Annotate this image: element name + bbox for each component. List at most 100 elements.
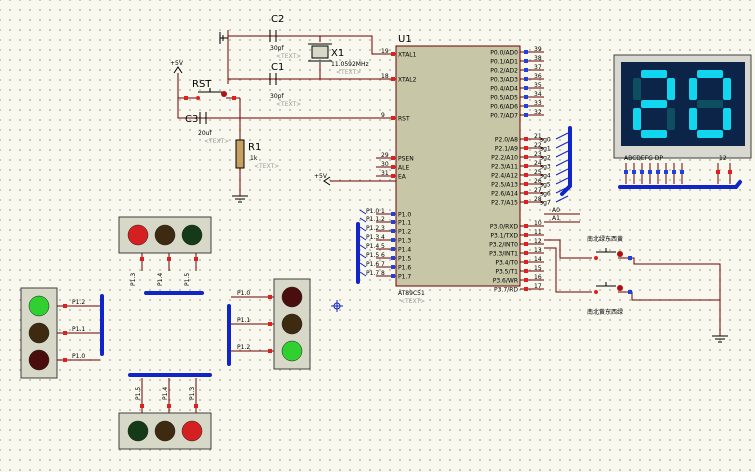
- mcu-tag: <TEXT>: [400, 298, 425, 305]
- pin-state-marker: [194, 257, 198, 261]
- lamp-net-label: P1.3: [130, 273, 137, 286]
- c2-ref: C2: [271, 14, 284, 25]
- mcu-pin-name: PSEN: [398, 156, 414, 163]
- r1-value: 1k: [250, 155, 258, 162]
- r1-ref: R1: [248, 142, 261, 153]
- mcu-pin-number: 6: [381, 252, 385, 259]
- pin-state-marker: [391, 256, 395, 260]
- pin-state-marker: [524, 260, 528, 264]
- bus-entry: [555, 141, 569, 149]
- display-segment: [633, 108, 641, 130]
- pin-state-marker: [524, 182, 528, 186]
- traffic-light-top[interactable]: P1.3 P1.4 P1.5: [118, 216, 212, 286]
- traffic-light-top-lamps: P1.3 P1.4 P1.5: [127, 224, 203, 286]
- mcu-pin-number: 11: [534, 229, 542, 236]
- seven-segment-display[interactable]: ABCDEFG DP 12: [613, 54, 752, 184]
- pin-state-marker: [524, 233, 528, 237]
- pin-state-marker: [524, 269, 528, 273]
- mcu-pin-name: RST: [398, 116, 410, 123]
- lamp-net-label: P1.1: [72, 326, 85, 333]
- net-label-p1: P1.7: [366, 270, 379, 277]
- mcu-pin-name: XTAL1: [398, 52, 417, 59]
- mcu-pin-name: P2.5/A13: [491, 182, 518, 189]
- pin-state-marker: [391, 52, 395, 56]
- traffic-lamp: [127, 420, 149, 442]
- c1-tag: <TEXT>: [276, 101, 301, 108]
- pin-state-marker: [391, 220, 395, 224]
- lamp-net-label: P1.4: [162, 387, 169, 400]
- mcu-pin-number: 14: [534, 256, 542, 263]
- display-digit-label: 12: [719, 155, 727, 162]
- resistor-r1[interactable]: R1 1k <TEXT>: [235, 139, 279, 170]
- x1-value: 11.0592MHz: [331, 61, 369, 68]
- capacitor-c2[interactable]: C2 30pf <TEXT>: [269, 14, 301, 60]
- pin-state-marker: [194, 404, 198, 408]
- capacitor-c1[interactable]: C1 30pf <TEXT>: [269, 62, 301, 108]
- power-vcc-top: +5V: [170, 60, 184, 74]
- display-segment: [697, 130, 723, 138]
- traffic-light-bottom[interactable]: P1.5 P1.4 P1.3: [118, 378, 212, 450]
- lamp-net-label: P1.0: [237, 290, 250, 297]
- display-segment: [697, 70, 723, 78]
- traffic-light-left-lamps: P1.2 P1.1 P1.0: [28, 295, 100, 371]
- pin-state-marker: [63, 304, 67, 308]
- net-label-p2: sg3: [540, 164, 551, 171]
- mcu-pin-number: 38: [534, 55, 542, 62]
- mcu-pin-name: P0.2/AD2: [490, 68, 518, 75]
- traffic-light-center[interactable]: P1.0 P1.1 P1.2: [231, 278, 311, 370]
- display-segment: [723, 78, 731, 100]
- traffic-lamp: [127, 224, 149, 246]
- switch-ns-yellow-label: 南北黄东西绿: [587, 308, 623, 316]
- mcu-pin-number: 39: [534, 46, 542, 53]
- display-segment: [689, 108, 697, 130]
- pin-state-marker: [524, 251, 528, 255]
- traffic-lamp: [281, 286, 303, 308]
- pin-state-marker: [524, 146, 528, 150]
- mcu-pin-name: P3.0/RXD: [490, 224, 518, 231]
- mcu-at89c51[interactable]: U1 AT89C51 <TEXT> XTAL119XTAL218RST9PSEN…: [376, 34, 544, 305]
- mcu-pin-name: P2.1/A9: [495, 146, 518, 153]
- lamp-net-label: P1.2: [237, 344, 250, 351]
- mcu-pin-name: P2.2/A10: [491, 155, 518, 162]
- mcu-pin-name: P2.3/A11: [491, 164, 518, 171]
- mcu-pin-name: P0.3/AD3: [490, 77, 518, 84]
- crystal-x1[interactable]: X1 11.0592MHz <TEXT>: [308, 43, 369, 76]
- mcu-pin-number: 10: [534, 220, 542, 227]
- mcu-pin-name: P0.1/AD1: [490, 59, 518, 66]
- mcu-pin-number: 9: [381, 112, 385, 119]
- reset-button-knob: [221, 91, 227, 97]
- bus-entry: [555, 168, 569, 176]
- traffic-lamp: [154, 420, 176, 442]
- traffic-light-left[interactable]: P1.2 P1.1 P1.0: [20, 287, 100, 379]
- mcu-pin-name: P3.7/RD: [494, 287, 518, 294]
- switch-ns-green[interactable]: 南北绿东西黄: [587, 235, 632, 260]
- mcu-pin-number: 13: [534, 247, 542, 254]
- mcu-pin-number: 4: [381, 234, 385, 241]
- mcu-pin-name: ALE: [398, 165, 409, 172]
- pin-state-marker: [524, 191, 528, 195]
- switch-ns-yellow[interactable]: 南北黄东西绿: [587, 282, 632, 316]
- net-label-p2: sg0: [540, 137, 551, 144]
- mcu-pin-number: 19: [381, 48, 389, 55]
- mcu-pin-name: P2.0/A8: [495, 137, 518, 144]
- vcc-top-label: +5V: [170, 60, 184, 67]
- pin-state-marker: [728, 170, 732, 174]
- net-label-p1: P1.2: [366, 225, 379, 232]
- mcu-pin-name: P2.4/A12: [491, 173, 518, 180]
- mcu-pin-number: 35: [534, 82, 542, 89]
- traffic-lamp: [28, 349, 50, 371]
- display-segment: [641, 70, 667, 78]
- ground-icon: [232, 195, 248, 203]
- mcu-pin-number: 12: [534, 238, 542, 245]
- schematic-sheet: C2 30pf <TEXT> C1 30pf <TEXT> X1 11.0592…: [20, 14, 752, 450]
- pin-state-marker: [63, 331, 67, 335]
- pin-state-marker: [391, 265, 395, 269]
- mcu-pin-name: P3.2/INT0: [489, 242, 518, 249]
- lamp-net-label: P1.0: [72, 353, 85, 360]
- capacitor-c3[interactable]: C3 20uf <TEXT>: [185, 112, 229, 145]
- c3-ref: C3: [185, 114, 198, 125]
- pin-state-marker: [268, 295, 272, 299]
- ground-icon: [712, 335, 728, 343]
- net-label-p3: A1: [552, 215, 560, 222]
- mcu-pin-name: P0.0/AD0: [490, 50, 518, 57]
